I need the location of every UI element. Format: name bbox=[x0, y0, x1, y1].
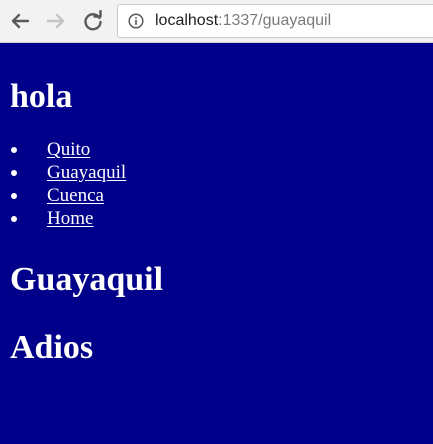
arrow-right-icon bbox=[46, 13, 65, 29]
list-item: Quito bbox=[10, 138, 423, 161]
link-guayaquil[interactable]: Guayaquil bbox=[47, 162, 126, 183]
forward-button[interactable] bbox=[43, 8, 69, 34]
url-host: localhost bbox=[155, 12, 219, 29]
link-cuenca[interactable]: Cuenca bbox=[47, 185, 104, 206]
city-heading: Guayaquil bbox=[10, 261, 164, 298]
bullet bbox=[11, 147, 17, 153]
bullet bbox=[11, 193, 17, 199]
browser-toolbar: localhost:1337/guayaquil bbox=[0, 0, 433, 43]
farewell-heading: Adios bbox=[10, 329, 94, 366]
address-bar[interactable]: localhost:1337/guayaquil bbox=[117, 4, 433, 38]
url-path: :1337/guayaquil bbox=[218, 12, 332, 29]
arrow-left-icon bbox=[11, 13, 30, 29]
city-nav-list: Quito Guayaquil Cuenca Home bbox=[10, 138, 423, 230]
back-button[interactable] bbox=[7, 8, 33, 34]
link-quito[interactable]: Quito bbox=[47, 139, 90, 160]
bullet bbox=[11, 170, 17, 176]
link-home[interactable]: Home bbox=[47, 208, 93, 229]
reload-icon bbox=[84, 10, 102, 31]
page-content: hola Quito Guayaquil Cuenca Home Guayaqu… bbox=[0, 44, 433, 444]
reload-button[interactable] bbox=[80, 8, 106, 34]
list-item: Home bbox=[10, 207, 423, 230]
greeting-heading: hola bbox=[10, 78, 73, 115]
url-text[interactable]: localhost:1337/guayaquil bbox=[155, 5, 331, 37]
list-item: Cuenca bbox=[10, 184, 423, 207]
list-item: Guayaquil bbox=[10, 161, 423, 184]
info-circle-icon[interactable] bbox=[128, 13, 144, 29]
bullet bbox=[11, 216, 17, 222]
